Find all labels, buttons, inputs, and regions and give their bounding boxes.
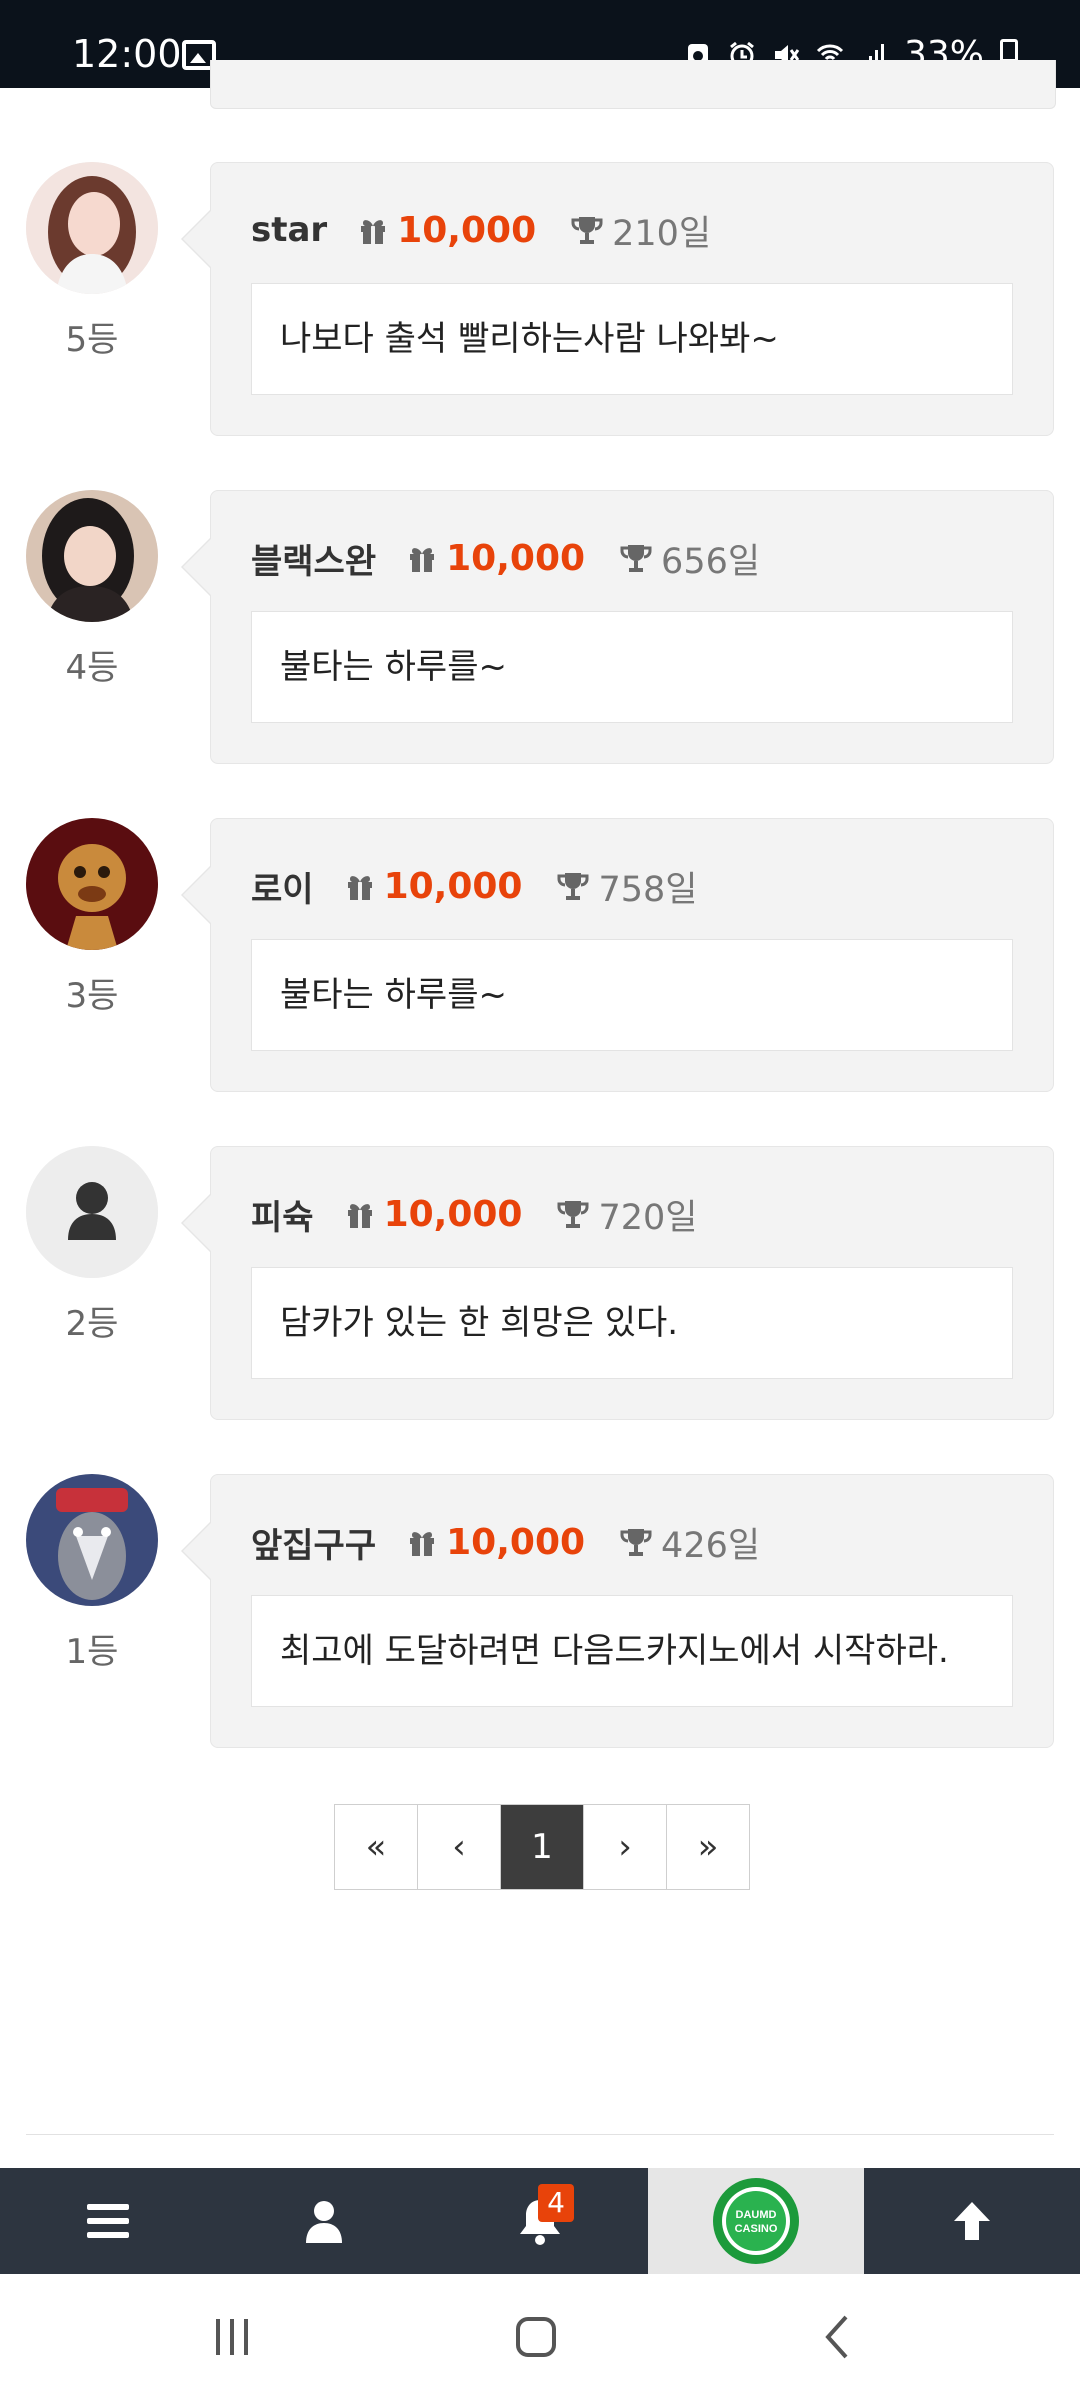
points: 10,000	[397, 209, 537, 251]
pagination: « ‹ 1 › »	[334, 1804, 750, 1890]
next-page-button[interactable]: ›	[584, 1805, 667, 1889]
avatar[interactable]	[26, 1474, 158, 1606]
trophy-icon	[620, 1529, 652, 1556]
entry-meta: 앞집구구 10,000 426일	[251, 1517, 760, 1567]
attendance-days: 656일	[661, 541, 761, 582]
rank-label: 1등	[65, 1632, 119, 1672]
rank-label: 5등	[65, 320, 119, 360]
logo-text-line1: DAUMD	[736, 2209, 777, 2221]
arrow-up-icon	[954, 2202, 990, 2240]
trophy-icon	[557, 1201, 589, 1228]
home-button[interactable]	[476, 2274, 596, 2400]
entry-card: 피슉 10,000 720일 담카가 있는 한 희망은 있다.	[181, 1146, 1054, 1420]
user-icon	[306, 2201, 342, 2243]
default-user-icon	[26, 1146, 158, 1278]
notification-badge: 4	[538, 2184, 574, 2222]
gift-icon	[410, 548, 435, 572]
system-nav-bar	[0, 2274, 1080, 2400]
footer-divider	[26, 2134, 1054, 2135]
attendance-entry: 4등 블랙스완 10,000 656일 불타는 하루를~	[0, 490, 1080, 766]
scroll-top-button[interactable]	[864, 2168, 1080, 2274]
back-icon	[825, 2315, 848, 2359]
entry-card: 로이 10,000 758일 불타는 하루를~	[181, 818, 1054, 1092]
points: 10,000	[446, 537, 586, 579]
entry-meta: star 10,000 210일	[251, 205, 711, 255]
attendance-days: 426일	[661, 1525, 761, 1566]
previous-entry-card	[210, 60, 1056, 109]
avatar[interactable]	[26, 490, 158, 622]
entry-message: 최고에 도달하려면 다음드카지노에서 시작하라.	[251, 1595, 1013, 1707]
nickname[interactable]: 로이	[251, 862, 314, 911]
trophy-icon	[571, 217, 603, 244]
home-icon	[516, 2317, 556, 2357]
daumd-casino-logo: DAUMD CASINO	[713, 2178, 799, 2264]
recents-button[interactable]	[172, 2274, 292, 2400]
gift-icon	[361, 220, 386, 244]
trophy-icon	[620, 545, 652, 572]
prev-page-button[interactable]: ‹	[418, 1805, 501, 1889]
entry-card: 앞집구구 10,000 426일 최고에 도달하려면 다음드카지노에서 시작하라…	[181, 1474, 1054, 1748]
nickname[interactable]: 블랙스완	[251, 534, 376, 583]
entry-meta: 피슉 10,000 720일	[251, 1189, 698, 1239]
attendance-days: 758일	[598, 869, 698, 910]
entry-card: 블랙스완 10,000 656일 불타는 하루를~	[181, 490, 1054, 764]
last-page-button[interactable]: »	[667, 1805, 749, 1889]
logo-text-line2: CASINO	[735, 2223, 778, 2235]
rank-label: 3등	[65, 976, 119, 1016]
entry-message: 나보다 출석 빨리하는사람 나와봐~	[251, 283, 1013, 395]
menu-icon	[87, 2204, 129, 2238]
entry-meta: 로이 10,000 758일	[251, 861, 698, 911]
status-time: 12:00	[72, 32, 182, 76]
avatar[interactable]	[26, 1146, 158, 1278]
entry-message: 불타는 하루를~	[251, 939, 1013, 1051]
nickname[interactable]: star	[251, 210, 327, 250]
gift-icon	[347, 1204, 372, 1228]
points: 10,000	[446, 1521, 586, 1563]
rank-label: 4등	[65, 648, 119, 688]
entry-meta: 블랙스완 10,000 656일	[251, 533, 760, 583]
attendance-entry: 5등 star 10,000 210일 나보다 출석 빨리하는사람 나와봐~	[0, 162, 1080, 438]
gift-icon	[410, 1532, 435, 1556]
first-page-button[interactable]: «	[335, 1805, 418, 1889]
attendance-days: 210일	[612, 213, 712, 254]
trophy-icon	[557, 873, 589, 900]
points: 10,000	[383, 1193, 523, 1235]
attendance-entry: 2등 피슉 10,000 720일 담카가 있는 한 희망은 있다.	[0, 1146, 1080, 1422]
attendance-entry: 1등 앞집구구 10,000 426일 최고에 도달하려면 다음드카지노에서 시…	[0, 1474, 1080, 1750]
recents-icon	[216, 2319, 248, 2355]
nickname[interactable]: 피슉	[251, 1190, 314, 1239]
gift-icon	[347, 876, 372, 900]
attendance-days: 720일	[598, 1197, 698, 1238]
back-button[interactable]	[778, 2274, 898, 2400]
home-logo-button[interactable]: DAUMD CASINO	[648, 2168, 864, 2274]
avatar[interactable]	[26, 818, 158, 950]
entry-card: star 10,000 210일 나보다 출석 빨리하는사람 나와봐~	[181, 162, 1054, 436]
rank-label: 2등	[65, 1304, 119, 1344]
avatar[interactable]	[26, 162, 158, 294]
page-1-button[interactable]: 1	[501, 1805, 584, 1889]
entry-message: 담카가 있는 한 희망은 있다.	[251, 1267, 1013, 1379]
entry-message: 불타는 하루를~	[251, 611, 1013, 723]
nickname[interactable]: 앞집구구	[251, 1518, 376, 1567]
profile-button[interactable]	[216, 2168, 432, 2274]
points: 10,000	[383, 865, 523, 907]
attendance-entry: 3등 로이 10,000 758일 불타는 하루를~	[0, 818, 1080, 1094]
menu-button[interactable]	[0, 2168, 216, 2274]
